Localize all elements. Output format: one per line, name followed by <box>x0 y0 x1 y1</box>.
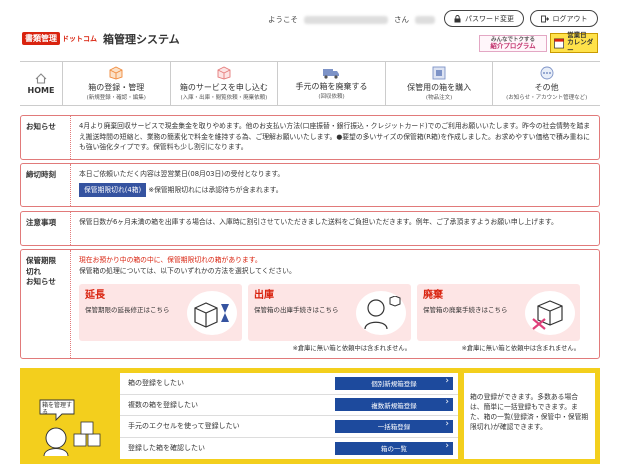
multiple-register-button[interactable]: 複数新規箱登録 <box>335 397 453 412</box>
notice-label: お知らせ <box>21 116 71 159</box>
expired-label: 保管期限 切れ お知らせ <box>21 250 71 358</box>
notice-text: 4月より廃棄回収サービスで現金集金を取りやめます。他のお支払い方法(口座振替・銀… <box>79 122 591 152</box>
logout-button[interactable]: ログアウト <box>530 10 598 27</box>
withdraw-option[interactable]: 出庫 保管箱の出庫手続きはこちら <box>248 284 411 342</box>
expired-note: ※保管期限切れには承認待ちが含まれます。 <box>148 185 283 194</box>
expired-instruction: 保管箱の処理については、以下のいずれかの方法を選択してください。 <box>79 266 296 275</box>
deadline-text: 本日ご依頼いただく内容は翌営業日(08月03日)の受付となります。 <box>79 170 285 178</box>
caution-label: 注意事項 <box>21 212 71 245</box>
logo-badge: 書類管理 <box>22 32 60 45</box>
dispose-option[interactable]: 廃棄 保管箱の廃棄手続きはこちら <box>417 284 580 342</box>
logout-icon <box>540 15 549 22</box>
business-calendar-banner[interactable]: 営業日 カレンダー <box>550 32 598 53</box>
logo-sub: ドットコム <box>62 34 97 43</box>
referral-program-banner[interactable]: みんなでトクする 紹介プログラム <box>479 35 547 52</box>
site-logo[interactable]: 書類管理 ドットコム 箱管理システム <box>22 31 180 46</box>
box-register-icon <box>109 66 123 80</box>
bulk-register-button[interactable]: 一括箱登録 <box>335 419 453 433</box>
expired-boxes-badge[interactable]: 保管期限切れ(4箱) <box>79 182 147 198</box>
box-list-button[interactable]: 箱の一覧 <box>335 441 453 455</box>
nav-home[interactable]: HOME <box>20 62 62 105</box>
other-icon <box>540 66 554 80</box>
caution-text: 保管日数が6ヶ月未満の箱を出庫する場合は、入庫時に割引させていただきました送料を… <box>79 218 558 226</box>
deadline-section: 締切時刻 本日ご依頼いただく内容は翌営業日(08月03日)の受付となります。 保… <box>20 163 600 207</box>
account-id-redacted <box>415 15 435 24</box>
nav-purchase-box[interactable]: 保管用の箱を購入 (物品注文) <box>384 62 493 105</box>
dispose-note: ※倉庫に無い箱と依頼中は含まれません。 <box>461 345 580 353</box>
register-row-multiple: 複数の箱を登録したい 複数新規箱登録 <box>120 395 458 416</box>
main-nav: HOME 箱の登録・管理 (新規登録・確認・編集) 箱のサービスを申し込む (入… <box>20 61 600 106</box>
register-row-list: 登録した箱を確認したい 箱の一覧 <box>120 438 458 460</box>
account-name-redacted <box>304 15 388 24</box>
register-info-text: 箱の登録ができます。多数ある場合は、簡単に一括登録もできます。また、箱の一覧(登… <box>464 373 595 459</box>
home-icon <box>35 72 47 84</box>
box-dispose-icon <box>525 291 575 336</box>
register-options-list: 箱の登録をしたい 個別新規箱登録 複数の箱を登録したい 複数新規箱登録 手元のエ… <box>120 373 458 459</box>
truck-icon <box>323 69 340 79</box>
expired-warning: 現在お預かり中の箱の中に、保管期限切れの箱があります。 <box>79 256 262 264</box>
register-row-single: 箱の登録をしたい 個別新規箱登録 <box>120 373 458 395</box>
lock-icon <box>454 14 461 22</box>
single-register-button[interactable]: 個別新規箱登録 <box>335 376 453 390</box>
box-register-panel: 箱を管理する 箱の登録をしたい 個別新規箱登録 複数の箱を登録したい 複数新規箱… <box>20 368 600 464</box>
calendar-icon <box>554 38 565 49</box>
expired-section: 保管期限 切れ お知らせ 現在お預かり中の箱の中に、保管期限切れの箱があります。… <box>20 249 600 359</box>
nav-other[interactable]: その他 (お知らせ・アカウント管理など) <box>492 62 600 105</box>
box-service-icon <box>217 66 231 80</box>
deadline-label: 締切時刻 <box>21 164 71 206</box>
system-title: 箱管理システム <box>103 32 180 46</box>
caution-section: 注意事項 保管日数が6ヶ月未満の箱を出庫する場合は、入庫時に割引させていただきま… <box>20 211 600 246</box>
extend-option[interactable]: 延長 保管期限の延長修正はこちら <box>79 284 242 342</box>
notice-section: お知らせ 4月より廃棄回収サービスで現金集金を取りやめます。他のお支払い方法(口… <box>20 115 600 160</box>
nav-box-service[interactable]: 箱のサービスを申し込む (入庫・出庫・閲覧依頼・廃棄依頼) <box>169 62 278 105</box>
nav-box-register[interactable]: 箱の登録・管理 (新規登録・確認・編集) <box>62 62 170 105</box>
password-change-button[interactable]: パスワード変更 <box>444 10 524 27</box>
header: 書類管理 ドットコム 箱管理システム ようこそ さん パスワード変更 ログアウト… <box>0 0 618 58</box>
illustration-bubble-text: 箱を管理する <box>42 402 73 417</box>
box-purchase-icon <box>432 66 446 80</box>
box-manage-illustration: 箱を管理する <box>34 390 112 458</box>
box-hourglass-icon <box>187 291 237 336</box>
withdraw-note: ※倉庫に無い箱と依頼中は含まれません。 <box>292 345 411 353</box>
nav-dispose-box[interactable]: 手元の箱を廃棄する (回収依頼) <box>277 62 385 105</box>
person-box-icon <box>356 291 406 336</box>
welcome-message: ようこそ さん <box>268 14 435 25</box>
register-row-bulk: 手元のエクセルを使って登録したい 一括箱登録 <box>120 416 458 438</box>
